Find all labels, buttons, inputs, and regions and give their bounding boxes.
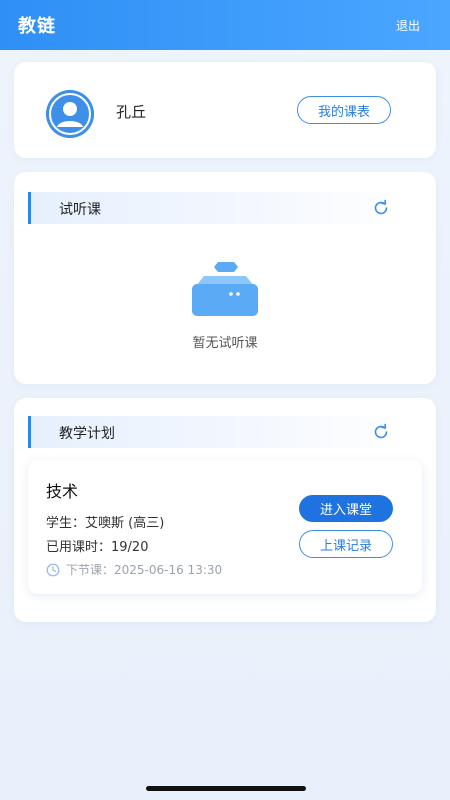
student-info: 学生：艾噢斯 (高三) xyxy=(46,516,165,531)
plan-section-header: 教学计划 xyxy=(28,416,410,448)
my-schedule-button[interactable]: 我的课表 xyxy=(297,96,391,124)
clock-icon xyxy=(46,563,60,577)
user-name: 孔丘 xyxy=(116,103,147,121)
course-title: 技术 xyxy=(46,482,79,501)
user-avatar-icon xyxy=(46,90,94,138)
app-title: 教链 xyxy=(18,16,56,37)
next-lesson: 下节课：2025-06-16 13:30 xyxy=(46,561,222,578)
refresh-icon[interactable] xyxy=(372,199,390,217)
plan-section-title: 教学计划 xyxy=(59,426,115,442)
logout-button[interactable]: 退出 xyxy=(396,17,420,34)
refresh-icon[interactable] xyxy=(372,423,390,441)
empty-state-text: 暂无试听课 xyxy=(192,336,258,351)
next-lesson-text: 下节课：2025-06-16 13:30 xyxy=(66,563,223,577)
enter-classroom-button[interactable]: 进入课堂 xyxy=(299,495,393,522)
empty-box-icon xyxy=(188,260,262,318)
trial-section-title: 试听课 xyxy=(59,202,101,218)
course-card: 技术 学生：艾噢斯 (高三) 已用课时：19/20 下节课：2025-06-16… xyxy=(28,460,422,594)
used-hours: 已用课时：19/20 xyxy=(46,540,149,555)
lesson-record-button[interactable]: 上课记录 xyxy=(299,530,393,558)
teaching-plan-card: 教学计划 技术 学生：艾噢斯 (高三) 已用课时：19/20 下节课：2025-… xyxy=(14,398,436,622)
app-header: 教链 退出 xyxy=(0,0,450,50)
home-indicator xyxy=(146,786,306,791)
trial-section-header: 试听课 xyxy=(28,192,410,224)
trial-lesson-card: 试听课 暂无试听课 xyxy=(14,172,436,384)
profile-card: 孔丘 我的课表 xyxy=(14,62,436,158)
